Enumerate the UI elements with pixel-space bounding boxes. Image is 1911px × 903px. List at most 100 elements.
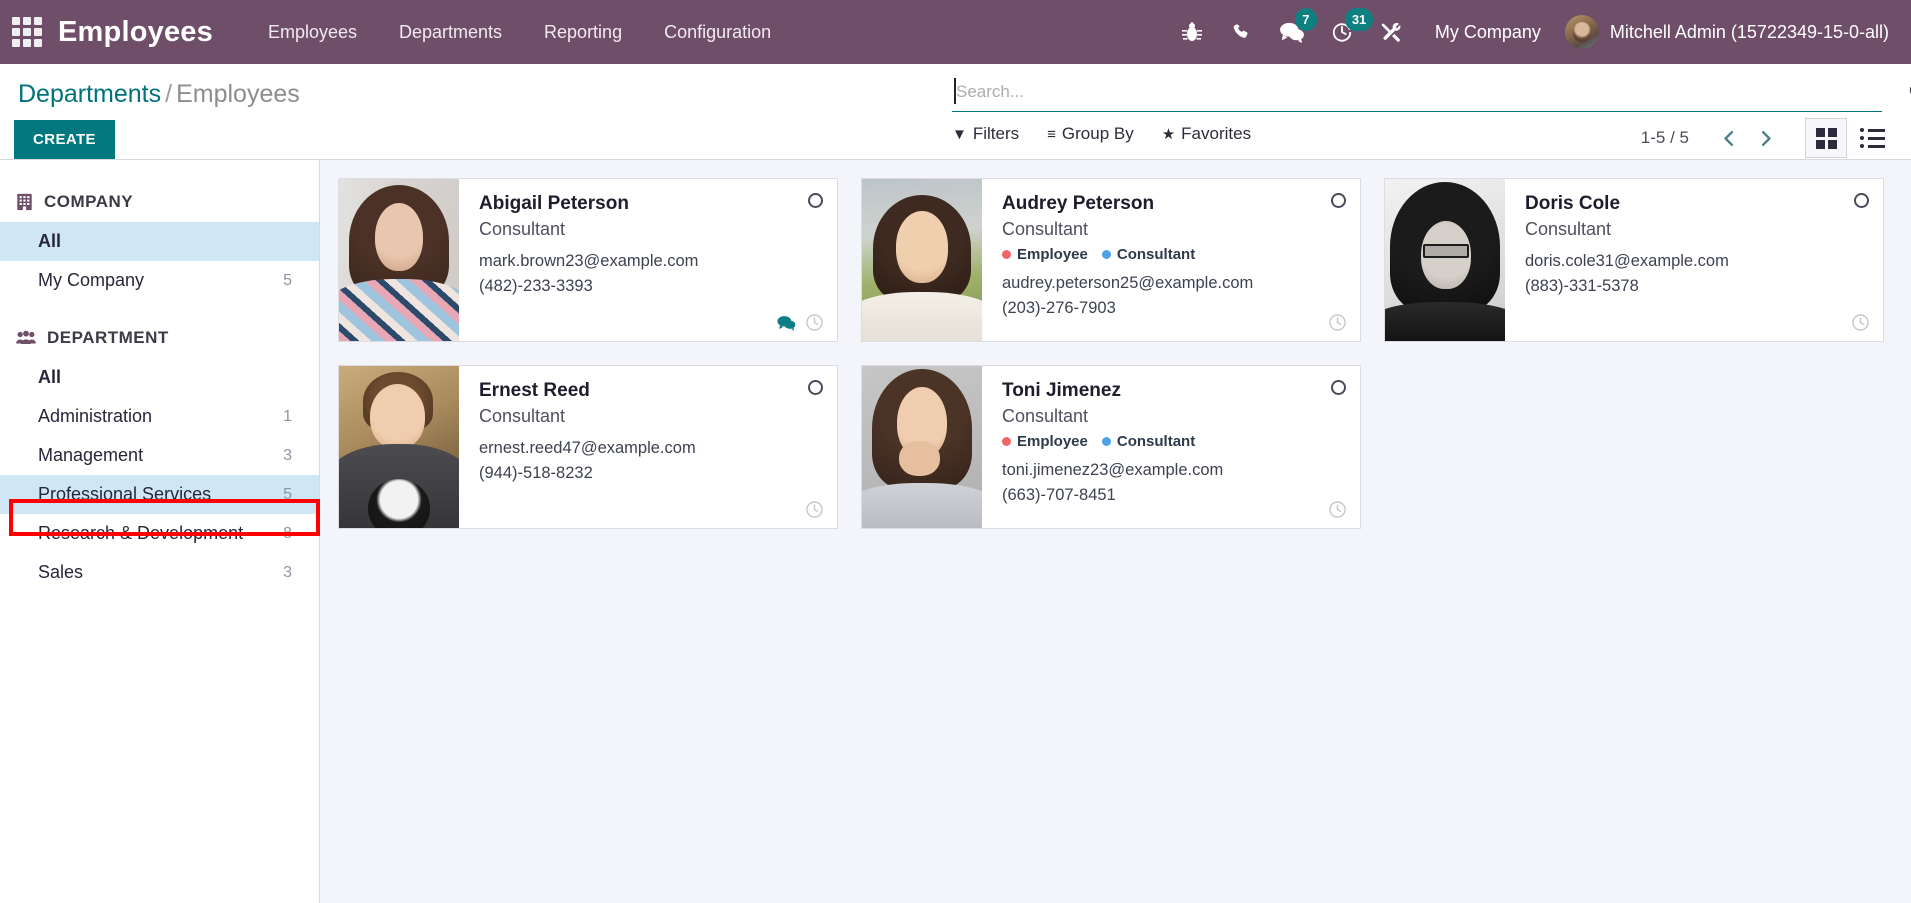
user-menu[interactable]: Mitchell Admin (15722349-15-0-all) bbox=[1559, 15, 1889, 49]
kanban-view-button[interactable] bbox=[1805, 118, 1847, 158]
employee-phone[interactable]: (883)-331-5378 bbox=[1525, 274, 1867, 299]
menu-employees[interactable]: Employees bbox=[247, 0, 378, 64]
menu-configuration[interactable]: Configuration bbox=[643, 0, 792, 64]
sidebar-item-label: Research & Development bbox=[38, 523, 244, 543]
clock-icon[interactable] bbox=[805, 500, 824, 519]
employee-photo bbox=[339, 179, 459, 341]
kanban-color-ring[interactable] bbox=[808, 380, 823, 395]
sidebar-item-sales[interactable]: Sales 3 bbox=[0, 553, 319, 592]
activities-clock-icon[interactable]: 31 bbox=[1317, 0, 1374, 64]
tools-icon[interactable] bbox=[1367, 0, 1417, 64]
employee-card[interactable]: Doris Cole Consultant doris.cole31@examp… bbox=[1384, 178, 1884, 342]
employee-tag[interactable]: Employee bbox=[1002, 433, 1088, 450]
sidebar-item-company-all[interactable]: All bbox=[0, 222, 319, 261]
employee-email[interactable]: mark.brown23@example.com bbox=[479, 249, 821, 274]
search-input[interactable] bbox=[952, 78, 1882, 112]
sidebar-item-professional-services[interactable]: Professional Services 5 bbox=[0, 475, 319, 514]
tag-label: Employee bbox=[1017, 433, 1088, 451]
employee-name: Abigail Peterson bbox=[479, 193, 629, 214]
employee-kanban-grid: Abigail Peterson Consultant mark.brown23… bbox=[320, 160, 1911, 903]
employee-card-body: Abigail Peterson Consultant mark.brown23… bbox=[459, 179, 837, 341]
search-caret bbox=[954, 78, 956, 104]
pager-counter: 1-5 / 5 bbox=[1640, 128, 1689, 147]
employee-job-title: Consultant bbox=[1525, 218, 1612, 239]
sidebar-section-company: COMPANY bbox=[0, 182, 319, 222]
employee-email[interactable]: doris.cole31@example.com bbox=[1525, 249, 1867, 274]
menu-departments[interactable]: Departments bbox=[378, 0, 523, 64]
employee-card-footer bbox=[1328, 500, 1347, 519]
employee-email[interactable]: toni.jimenez23@example.com bbox=[1002, 458, 1344, 483]
sidebar-item-label: Professional Services bbox=[38, 484, 212, 504]
list-view-button[interactable] bbox=[1851, 118, 1893, 158]
sidebar-item-count: 5 bbox=[283, 271, 292, 289]
clock-icon[interactable] bbox=[1328, 313, 1347, 332]
top-navbar: Employees Employees Departments Reportin… bbox=[0, 0, 1911, 64]
group-by-dropdown[interactable]: ≡ Group By bbox=[1047, 124, 1134, 144]
app-brand-title[interactable]: Employees bbox=[58, 16, 213, 49]
employee-phone[interactable]: (482)-233-3393 bbox=[479, 274, 821, 299]
employee-card[interactable]: Abigail Peterson Consultant mark.brown23… bbox=[338, 178, 838, 342]
employee-phone[interactable]: (663)-707-8451 bbox=[1002, 483, 1344, 508]
employee-photo bbox=[862, 366, 982, 528]
sidebar-item-administration[interactable]: Administration 1 bbox=[0, 397, 319, 436]
employee-email[interactable]: audrey.peterson25@example.com bbox=[1002, 271, 1344, 296]
employee-name: Ernest Reed bbox=[479, 380, 590, 401]
menu-reporting[interactable]: Reporting bbox=[523, 0, 643, 64]
tag-dot-employee bbox=[1002, 437, 1011, 447]
apps-grid-icon[interactable] bbox=[10, 15, 44, 49]
employee-tag[interactable]: Consultant bbox=[1101, 433, 1195, 450]
tag-label: Consultant bbox=[1116, 246, 1196, 264]
employee-phone[interactable]: (203)-276-7903 bbox=[1002, 296, 1344, 321]
employee-name: Toni Jimenez bbox=[1002, 380, 1121, 401]
search-panel-sidebar: COMPANY All My Company 5 DEPARTMENT All bbox=[0, 160, 320, 903]
sidebar-item-department-all[interactable]: All bbox=[0, 358, 319, 397]
sidebar-item-management[interactable]: Management 3 bbox=[0, 436, 319, 475]
tag-dot-employee bbox=[1002, 250, 1011, 260]
sidebar-item-my-company[interactable]: My Company 5 bbox=[0, 261, 319, 300]
kanban-color-ring[interactable] bbox=[1331, 193, 1346, 208]
kanban-color-ring[interactable] bbox=[1331, 380, 1346, 395]
kanban-color-ring[interactable] bbox=[1854, 193, 1869, 208]
employee-tag[interactable]: Employee bbox=[1002, 246, 1088, 263]
pager-next-button[interactable] bbox=[1747, 120, 1783, 156]
chat-icon[interactable] bbox=[777, 315, 796, 331]
employee-name: Audrey Peterson bbox=[1002, 193, 1155, 214]
favorites-dropdown[interactable]: ★ Favorites bbox=[1162, 124, 1251, 144]
sidebar-item-research-development[interactable]: Research & Development 8 bbox=[0, 514, 319, 553]
employee-card[interactable]: Ernest Reed Consultant ernest.reed47@exa… bbox=[338, 365, 838, 529]
control-panel: Departments/Employees CREATE ▼ Filters ≡… bbox=[0, 64, 1911, 160]
breadcrumb-current: Employees bbox=[176, 80, 300, 108]
tag-dot-consultant bbox=[1101, 250, 1111, 260]
star-icon: ★ bbox=[1161, 126, 1176, 143]
kanban-color-ring[interactable] bbox=[808, 193, 823, 208]
filters-dropdown[interactable]: ▼ Filters bbox=[952, 124, 1019, 144]
employee-tags: Employee Consultant bbox=[1002, 246, 1344, 263]
filter-funnel-icon: ▼ bbox=[952, 125, 967, 143]
employee-card[interactable]: Audrey Peterson Consultant Employee Cons… bbox=[861, 178, 1361, 342]
tag-dot-consultant bbox=[1101, 437, 1111, 447]
breadcrumb-departments[interactable]: Departments bbox=[18, 80, 161, 108]
messages-icon[interactable]: 7 bbox=[1267, 0, 1317, 64]
employee-card-footer bbox=[805, 500, 824, 519]
employee-phone[interactable]: (944)-518-8232 bbox=[479, 461, 821, 486]
clock-icon[interactable] bbox=[805, 313, 824, 332]
sidebar-item-label: Sales bbox=[38, 562, 84, 582]
phone-icon[interactable] bbox=[1217, 0, 1267, 64]
employee-tag[interactable]: Consultant bbox=[1101, 246, 1196, 264]
active-company-label[interactable]: My Company bbox=[1417, 22, 1559, 43]
employee-card[interactable]: Toni Jimenez Consultant Employee Consult… bbox=[861, 365, 1361, 529]
messages-badge: 7 bbox=[1294, 8, 1317, 31]
employee-card-body: Audrey Peterson Consultant Employee Cons… bbox=[982, 179, 1360, 341]
clock-icon[interactable] bbox=[1851, 313, 1870, 332]
create-button[interactable]: CREATE bbox=[14, 120, 115, 159]
pager-previous-button[interactable] bbox=[1711, 120, 1747, 156]
employee-card-footer bbox=[1328, 313, 1347, 332]
employee-photo bbox=[862, 179, 982, 341]
sidebar-item-label: Administration bbox=[38, 406, 153, 426]
bug-icon[interactable] bbox=[1167, 0, 1217, 64]
group-by-label: Group By bbox=[1061, 124, 1134, 143]
employee-email[interactable]: ernest.reed47@example.com bbox=[479, 436, 821, 461]
clock-icon[interactable] bbox=[1328, 500, 1347, 519]
group-lines-icon: ≡ bbox=[1047, 125, 1056, 143]
